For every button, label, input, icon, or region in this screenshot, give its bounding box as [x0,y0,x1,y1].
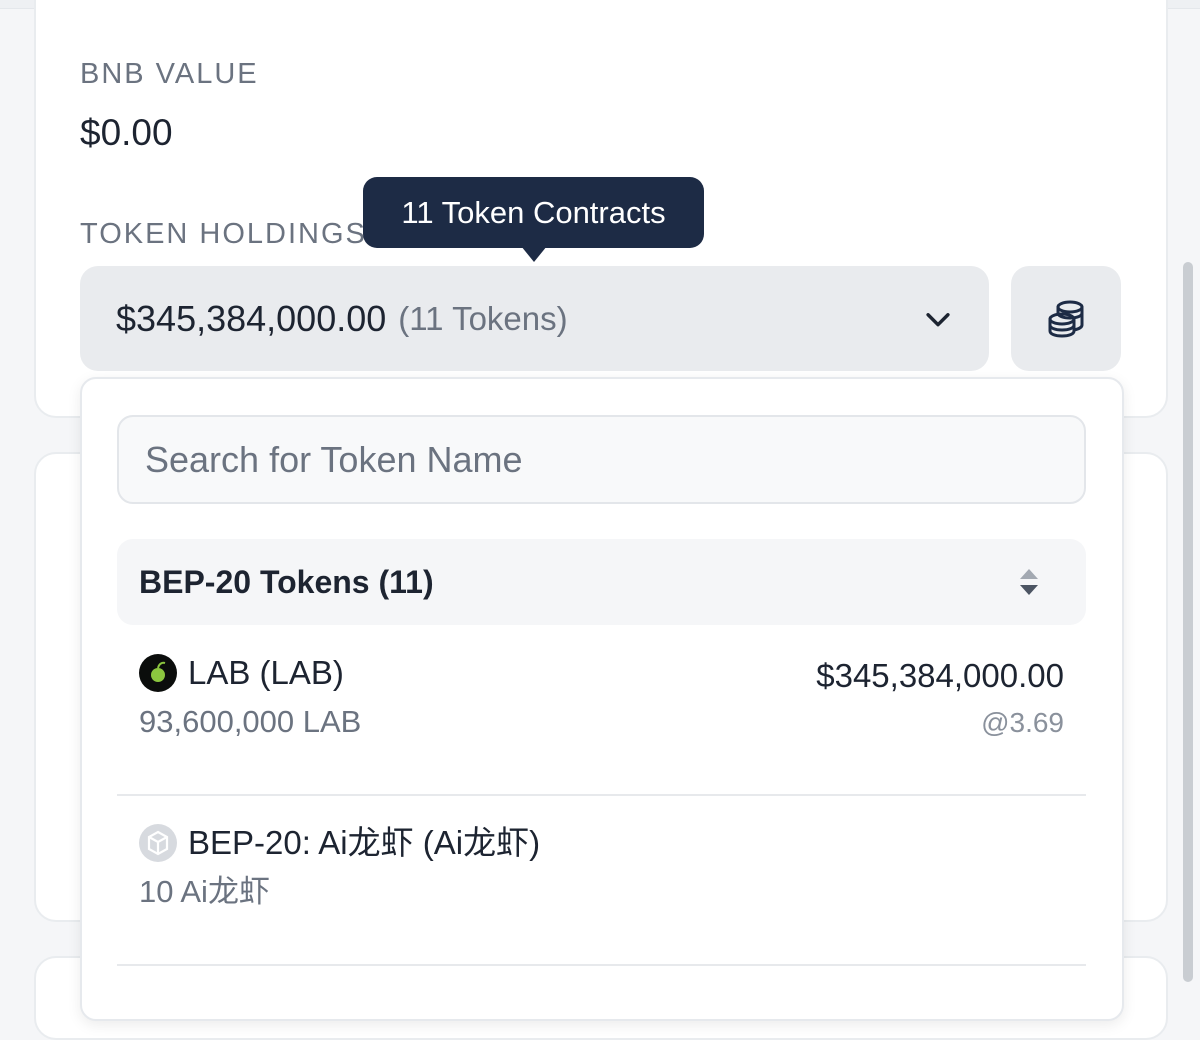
token-name: LAB (LAB) [188,654,344,691]
bnb-value: $0.00 [80,112,173,153]
token-row[interactable]: BEP-20: Ai龙虾 (Ai龙虾) 10 Ai龙虾 [117,794,1086,966]
chevron-down-icon [926,313,950,327]
token-value: $345,384,000.00 [816,657,1064,694]
token-holdings-dropdown: BEP-20 Tokens (11) LAB (LAB) 93,600,000 … [80,377,1124,1021]
sort-toggle-icon [1020,569,1038,595]
token-name: BEP-20: Ai龙虾 (Ai龙虾) [188,824,541,861]
token-holdings-dropdown-toggle[interactable]: $345,384,000.00 (11 Tokens) [80,266,989,371]
token-holdings-button[interactable] [1011,266,1121,371]
generic-token-icon [139,824,177,862]
holdings-token-count: (11 Tokens) [398,299,568,337]
bep20-group-header[interactable]: BEP-20 Tokens (11) [117,539,1086,625]
lab-token-logo [139,654,177,692]
token-price: @3.69 [981,707,1064,738]
token-amount: 10 Ai龙虾 [139,874,270,909]
holdings-total-value: $345,384,000.00 [116,297,387,339]
coins-icon [1048,300,1084,338]
page-scrollbar[interactable] [1183,262,1193,982]
bnb-value-label: BNB VALUE [80,58,259,90]
token-contracts-tooltip: 11 Token Contracts [363,177,704,248]
tooltip-arrow [521,246,547,262]
group-title: BEP-20 Tokens (11) [139,563,434,600]
token-amount: 93,600,000 LAB [139,704,362,739]
token-search-input[interactable] [117,415,1086,504]
token-holdings-label: TOKEN HOLDINGS [80,218,367,250]
token-row[interactable]: LAB (LAB) 93,600,000 LAB $345,384,000.00… [117,624,1086,796]
